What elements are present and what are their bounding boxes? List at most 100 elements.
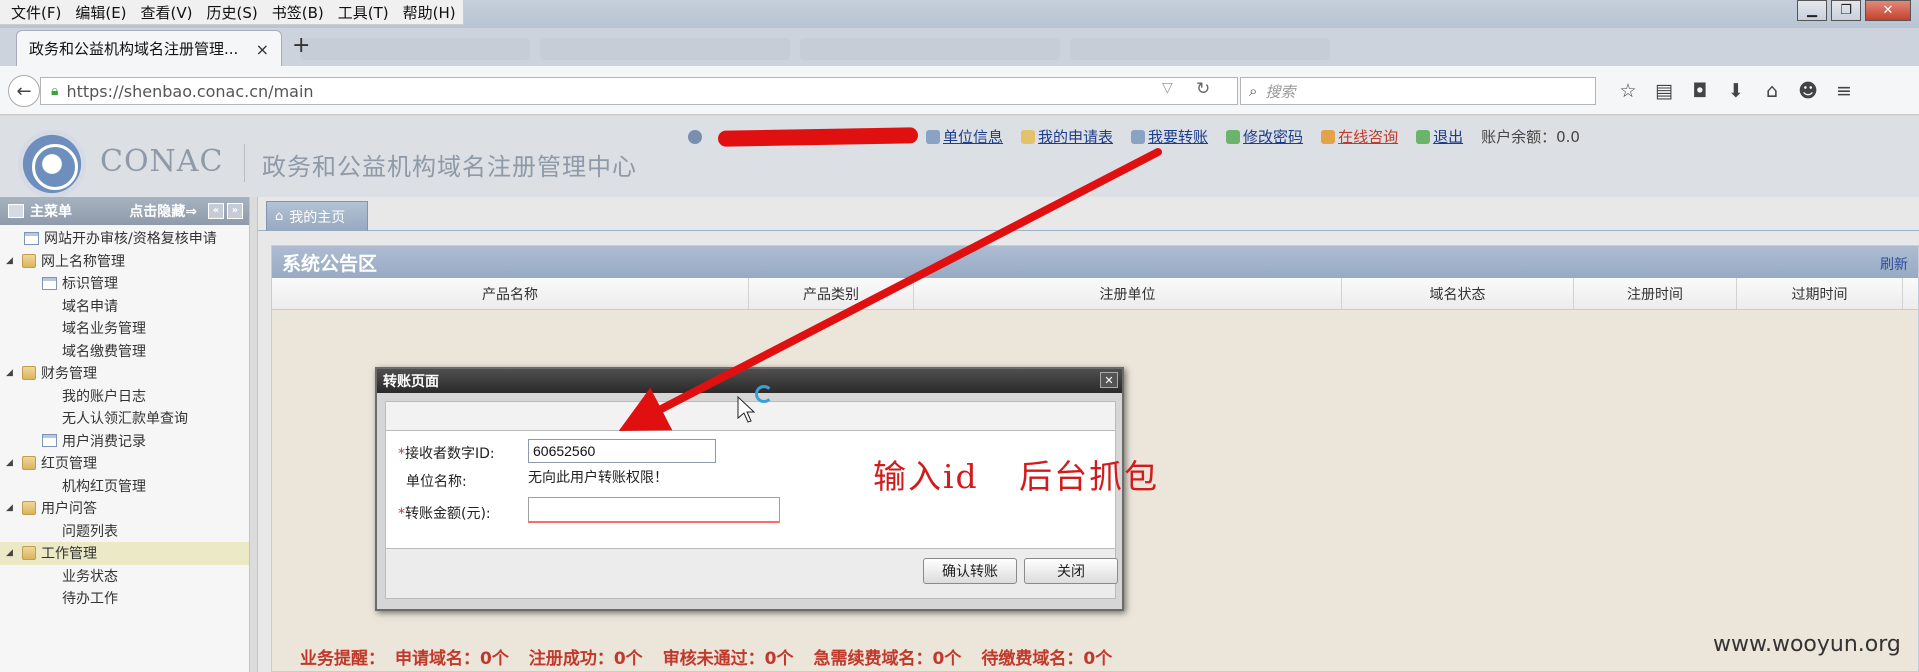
expand-triangle-icon[interactable]: ◢: [6, 368, 16, 378]
collapse-all-icon[interactable]: «: [208, 203, 224, 219]
search-placeholder: 搜索: [1265, 82, 1296, 101]
menu-help[interactable]: 帮助(H): [396, 2, 463, 23]
account-balance: 账户余额：0.0: [1481, 128, 1580, 146]
receiver-id-input[interactable]: [528, 439, 716, 463]
reading-list-icon[interactable]: ▤: [1646, 80, 1682, 102]
pocket-icon[interactable]: ◘: [1682, 80, 1718, 102]
tab-my-home[interactable]: ⌂ 我的主页: [266, 201, 368, 231]
unit-name-value: 无向此用户转账权限！: [528, 470, 668, 486]
background-tab[interactable]: [800, 38, 1060, 60]
user-links: 单位信息 我的申请表 我要转账 修改密码 在线咨询 退出 账户余额：0.0: [688, 126, 1580, 147]
expand-triangle-icon[interactable]: ◢: [6, 548, 16, 558]
refresh-key-icon: [1226, 129, 1241, 144]
site-header: CONAC 政务和公益机构域名注册管理中心 单位信息 我的申请表 我要转账 修改…: [0, 116, 1919, 198]
column-header[interactable]: 注册单位: [914, 278, 1342, 309]
menu-view[interactable]: 查看(V): [134, 2, 200, 23]
sidebar-item[interactable]: ◢ 网上名称管理: [0, 250, 249, 273]
sidebar-item[interactable]: 机构红页管理: [0, 475, 249, 498]
column-header[interactable]: 过期时间: [1737, 278, 1903, 309]
sidebar-item[interactable]: 域名缴费管理: [0, 340, 249, 363]
tab-close-icon[interactable]: ×: [256, 40, 269, 59]
menu-bookmarks[interactable]: 书签(B): [265, 2, 331, 23]
sidebar-item-label: 网站开办审核/资格复核申请: [44, 231, 217, 248]
column-header[interactable]: 产品类别: [749, 278, 914, 309]
my-applications-link[interactable]: 我的申请表: [1021, 126, 1113, 147]
unit-info-label: 单位信息: [943, 128, 1004, 146]
sidebar-item[interactable]: 域名业务管理: [0, 317, 249, 340]
browser-toolbar-icons: ☆ ▤ ◘ ⬇ ⌂ ☻ ≡: [1610, 80, 1862, 102]
sidebar-item-label: 问题列表: [62, 523, 118, 540]
sidebar-hide-toggle[interactable]: 点击隐藏⇒: [129, 201, 197, 221]
sidebar-item[interactable]: ◢ 用户问答: [0, 497, 249, 520]
sidebar-item[interactable]: ◢ 工作管理: [0, 542, 249, 565]
sidebar-item[interactable]: 问题列表: [0, 520, 249, 543]
folder-icon: [22, 366, 36, 381]
folder-icon: [22, 253, 36, 268]
expand-all-icon[interactable]: »: [227, 203, 243, 219]
column-header[interactable]: 注册时间: [1574, 278, 1737, 309]
column-header[interactable]: 域名状态: [1342, 278, 1574, 309]
menu-icon: [8, 204, 24, 218]
background-tab[interactable]: [540, 38, 790, 60]
sidebar-item[interactable]: ◢ 红页管理: [0, 452, 249, 475]
menu-tools[interactable]: 工具(T): [331, 2, 396, 23]
sidebar-item[interactable]: 待办工作: [0, 587, 249, 610]
reload-icon[interactable]: ↻: [1196, 79, 1210, 99]
sidebar-item-label: 标识管理: [62, 276, 118, 293]
minimize-button[interactable]: ▁: [1797, 0, 1827, 21]
sidebar-item[interactable]: 用户消费记录: [0, 430, 249, 453]
menu-file[interactable]: 文件(F): [4, 2, 68, 23]
close-dialog-button[interactable]: 关闭: [1024, 558, 1118, 584]
unit-name-label: 单位名称:: [406, 474, 467, 490]
folder-icon: [22, 501, 36, 516]
confirm-transfer-button[interactable]: 确认转账: [923, 558, 1017, 584]
change-password-link[interactable]: 修改密码: [1226, 126, 1303, 147]
search-input[interactable]: ⌕ 搜索: [1240, 77, 1596, 105]
online-consult-link[interactable]: 在线咨询: [1321, 126, 1398, 147]
document-icon: [42, 276, 57, 290]
dialog-close-icon[interactable]: ✕: [1100, 372, 1118, 388]
loading-spinner-icon: [755, 385, 773, 403]
key-icon: [1021, 129, 1036, 144]
amount-input[interactable]: [528, 497, 780, 523]
sidebar-item[interactable]: 我的账户日志: [0, 385, 249, 408]
menu-edit[interactable]: 编辑(E): [68, 2, 133, 23]
sidebar-item[interactable]: 网站开办审核/资格复核申请: [0, 227, 249, 250]
download-icon[interactable]: ⬇: [1718, 80, 1754, 102]
redacted-username: [717, 126, 919, 147]
expand-triangle-icon[interactable]: ◢: [6, 458, 16, 468]
sidebar-splitter[interactable]: [250, 197, 258, 672]
refresh-link[interactable]: 刷新: [1880, 254, 1908, 274]
url-dropdown-icon[interactable]: ▽: [1162, 80, 1173, 96]
bookmark-star-icon[interactable]: ☆: [1610, 80, 1646, 102]
sidebar-item[interactable]: 域名申请: [0, 295, 249, 318]
reminder-applied: 申请域名：0个: [395, 649, 509, 669]
browser-tab-active[interactable]: 政务和公益机构域名注册管理... ×: [16, 30, 282, 66]
back-button[interactable]: ←: [8, 75, 40, 107]
transfer-link[interactable]: 我要转账: [1131, 126, 1208, 147]
url-bar[interactable]: 🔒︎ https://shenbao.conac.cn/main: [40, 77, 1238, 105]
window-close-button[interactable]: ✕: [1865, 0, 1911, 21]
logout-link[interactable]: 退出: [1416, 126, 1463, 147]
folder-icon: [22, 546, 36, 561]
background-tab[interactable]: [1070, 38, 1330, 60]
hamburger-menu-icon[interactable]: ≡: [1826, 80, 1862, 102]
user-icon: [688, 129, 702, 144]
maximize-button[interactable]: ❐: [1831, 0, 1861, 21]
home-icon[interactable]: ⌂: [1754, 80, 1790, 102]
smiley-icon[interactable]: ☻: [1790, 80, 1826, 102]
unit-info-link[interactable]: 单位信息: [926, 126, 1003, 147]
annotation-text: 输入id 后台抓包: [873, 457, 1160, 496]
background-tab[interactable]: [300, 38, 530, 60]
new-tab-button[interactable]: +: [292, 33, 310, 58]
sidebar-item[interactable]: 业务状态: [0, 565, 249, 588]
expand-triangle-icon[interactable]: ◢: [6, 256, 16, 266]
reminder-rejected: 审核未通过：0个: [662, 649, 794, 669]
column-header[interactable]: 产品名称: [272, 278, 749, 309]
sidebar-item[interactable]: ◢ 财务管理: [0, 362, 249, 385]
sidebar-item[interactable]: 标识管理: [0, 272, 249, 295]
dialog-titlebar[interactable]: 转账页面 ✕: [377, 369, 1122, 393]
menu-history[interactable]: 历史(S): [200, 2, 265, 23]
sidebar-item[interactable]: 无人认领汇款单查询: [0, 407, 249, 430]
expand-triangle-icon[interactable]: ◢: [6, 503, 16, 513]
